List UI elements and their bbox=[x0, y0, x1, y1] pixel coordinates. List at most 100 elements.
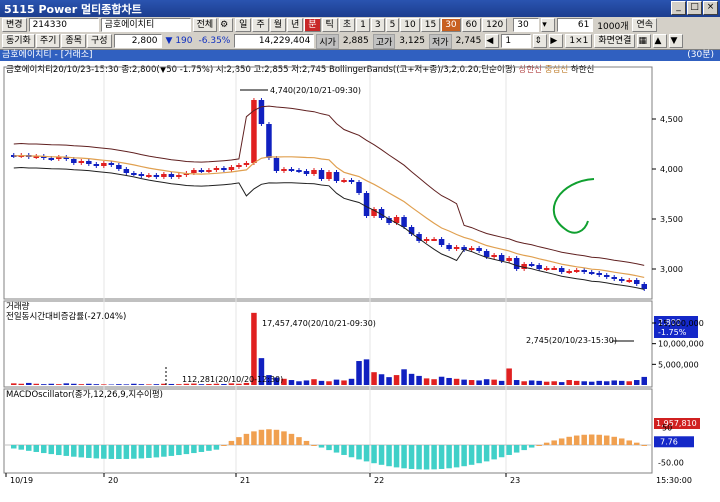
config-tab-0[interactable]: 동기화 bbox=[2, 34, 35, 48]
period-button-13[interactable]: 60 bbox=[461, 18, 482, 32]
volume-bar bbox=[543, 381, 550, 385]
volume-bar bbox=[558, 382, 565, 385]
gear-icon[interactable]: ⚙ bbox=[219, 18, 234, 32]
stock-name-field[interactable]: 금호에이치티 bbox=[100, 18, 191, 32]
volume-bar bbox=[153, 384, 160, 385]
volume-bar bbox=[536, 380, 542, 385]
date-label: 20 bbox=[108, 476, 118, 485]
macd-bar bbox=[303, 440, 310, 445]
volume-bar bbox=[341, 380, 347, 385]
change-button[interactable]: 변경 bbox=[2, 18, 27, 32]
all-button[interactable]: 전체 bbox=[192, 18, 218, 32]
volume-bar bbox=[131, 383, 137, 385]
candle-body bbox=[356, 182, 362, 193]
period-button-4[interactable]: 분 bbox=[304, 18, 321, 32]
volume-bar bbox=[326, 381, 332, 385]
macd-bar bbox=[176, 445, 182, 456]
interval-input[interactable]: 30 bbox=[513, 18, 540, 32]
candle-body bbox=[281, 169, 287, 171]
volume-max-annotation: 17,457,470(20/10/21-09:30) bbox=[262, 319, 376, 328]
volume-bar bbox=[176, 384, 182, 385]
macd-bar bbox=[596, 434, 602, 445]
macd-bar bbox=[108, 445, 115, 459]
chart-header: 금호에이치티 - [거래소] (30분) bbox=[0, 50, 720, 61]
volume-bar bbox=[48, 383, 55, 385]
ratio-button[interactable]: 1×1 bbox=[565, 34, 593, 48]
macd-bar bbox=[446, 445, 452, 469]
open-value: 2,885 bbox=[342, 36, 369, 46]
macd-bar bbox=[281, 431, 287, 445]
period-button-0[interactable]: 일 bbox=[235, 18, 252, 32]
period-button-12[interactable]: 30 bbox=[441, 18, 461, 32]
period-button-10[interactable]: 10 bbox=[400, 18, 420, 32]
volume-bar bbox=[551, 381, 557, 385]
spin-input[interactable]: 1 bbox=[501, 34, 532, 48]
change-percent: -6.35% bbox=[198, 36, 231, 46]
arrow-left-icon[interactable]: ◀ bbox=[485, 34, 500, 48]
arrow-up-icon[interactable]: ▲ bbox=[653, 34, 668, 48]
candle-body bbox=[116, 165, 122, 169]
macd-bar bbox=[423, 445, 430, 470]
period-button-5[interactable]: 틱 bbox=[321, 18, 338, 32]
macd-bar bbox=[588, 434, 595, 445]
layout-icon[interactable]: ▦ bbox=[637, 34, 652, 48]
candle-body bbox=[236, 165, 242, 167]
volume-field: 14,229,404 bbox=[234, 34, 315, 48]
config-tab-2[interactable]: 종목 bbox=[61, 34, 86, 48]
period-button-1[interactable]: 주 bbox=[252, 18, 269, 32]
macd-bar bbox=[558, 438, 565, 445]
period-button-7[interactable]: 1 bbox=[356, 18, 370, 32]
config-tab-3[interactable]: 구성 bbox=[86, 34, 112, 48]
macd-bar bbox=[618, 438, 625, 445]
continuous-button[interactable]: 연속 bbox=[632, 18, 658, 32]
period-button-2[interactable]: 월 bbox=[269, 18, 286, 32]
volume-bar bbox=[41, 384, 47, 385]
arrow-right-icon[interactable]: ▶ bbox=[549, 34, 564, 48]
candle-body bbox=[206, 170, 212, 172]
volume-bar bbox=[378, 374, 385, 385]
candle-body bbox=[363, 193, 370, 216]
volume-bar bbox=[641, 376, 647, 385]
macd-bar bbox=[198, 445, 205, 452]
macd-bar bbox=[71, 445, 77, 457]
spin-arrows-icon[interactable]: ⇕ bbox=[533, 34, 548, 48]
volume-bar bbox=[333, 379, 340, 385]
volume-bar bbox=[633, 380, 640, 385]
volume-tick-label: 5,000,000 bbox=[658, 360, 699, 369]
period-button-6[interactable]: 초 bbox=[338, 18, 356, 32]
stock-code-input[interactable]: 214330 bbox=[28, 18, 99, 32]
count-input[interactable]: 61 bbox=[557, 18, 594, 32]
close-button[interactable]: × bbox=[703, 1, 718, 15]
period-button-11[interactable]: 15 bbox=[420, 18, 441, 32]
macd-bar bbox=[48, 445, 55, 455]
volume-bar bbox=[363, 359, 370, 385]
volume-min-annotation: 112,281(20/10/20-12:30) bbox=[182, 375, 283, 384]
candle-body bbox=[543, 268, 550, 270]
config-tabs: 동기화 주기 종목 구성 bbox=[2, 34, 112, 48]
candle-body bbox=[123, 169, 130, 173]
macd-bar bbox=[363, 445, 370, 462]
candle-body bbox=[446, 245, 452, 249]
current-price: 2,800 bbox=[113, 34, 162, 48]
end-time-label: 15:30:00 bbox=[656, 476, 692, 485]
change-value: ▼ 190 bbox=[165, 36, 193, 46]
chart-area[interactable]: 금호에이치티 - [거래소] (30분) 금호에이치티20/10/23-15:3… bbox=[0, 49, 720, 502]
macd-bar bbox=[228, 440, 235, 445]
macd-bar bbox=[296, 437, 302, 445]
macd-tick-label: -50.00 bbox=[658, 459, 684, 468]
chevron-down-icon[interactable]: ▾ bbox=[541, 18, 556, 32]
macd-last-label: 7.76 bbox=[660, 437, 678, 446]
chart-svg[interactable]: 4,500 4,000 3,500 3,000 4,740(20/10/21-09:30… bbox=[0, 61, 720, 501]
period-button-3[interactable]: 년 bbox=[286, 18, 304, 32]
period-button-8[interactable]: 3 bbox=[370, 18, 385, 32]
maximize-button[interactable]: □ bbox=[687, 1, 702, 15]
arrow-down-icon[interactable]: ▼ bbox=[669, 34, 684, 48]
config-tab-1[interactable]: 주기 bbox=[35, 34, 61, 48]
minimize-button[interactable]: _ bbox=[671, 1, 686, 15]
layout-button[interactable]: 화면연결 bbox=[594, 34, 636, 48]
period-button-14[interactable]: 120 bbox=[482, 18, 508, 32]
volume-bar bbox=[56, 384, 62, 385]
volume-bar bbox=[438, 376, 445, 385]
period-button-9[interactable]: 5 bbox=[385, 18, 400, 32]
volume-bar bbox=[528, 380, 535, 385]
